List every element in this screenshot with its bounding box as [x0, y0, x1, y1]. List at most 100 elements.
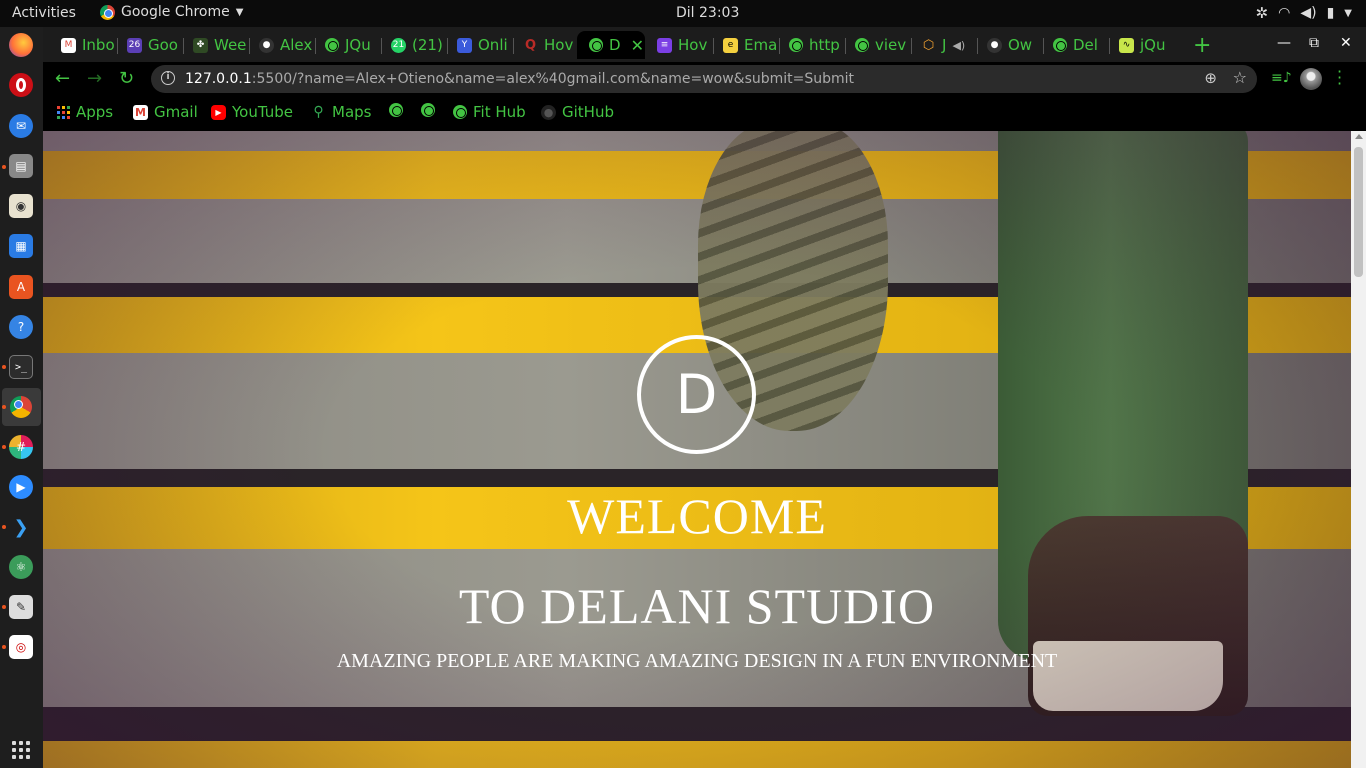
tab-view[interactable]: viev [843, 31, 909, 59]
firefox-icon[interactable] [9, 33, 33, 57]
tab-label: Wee [214, 36, 247, 54]
system-tray[interactable]: ✲ ◠ ◀) ▮ ▼ [1256, 4, 1352, 22]
close-tab-icon[interactable]: ✕ [631, 36, 644, 55]
tab-label: Onli [478, 36, 508, 54]
page-viewport: D WELCOME TO DELANI STUDIO AMAZING PEOPL… [43, 131, 1351, 768]
gmail-icon: M [61, 37, 76, 53]
files-icon[interactable]: ▤ [9, 154, 33, 178]
tab-quora[interactable]: Q Hov [511, 31, 577, 59]
tab-label: http [809, 36, 840, 54]
tab-jquery[interactable]: JQu [313, 31, 379, 59]
chrome-dock-icon[interactable] [9, 395, 33, 419]
activities-button[interactable]: Activities [12, 5, 76, 21]
address-bar[interactable]: i 127.0.0.1:5500/?name=Alex+Otieno&name=… [151, 65, 1257, 93]
tab-online[interactable]: Y Onli [445, 31, 511, 59]
tab-http[interactable]: http [777, 31, 843, 59]
tab-email[interactable]: e Ema [711, 31, 777, 59]
url-host: 127.0.0.1 [185, 71, 252, 87]
tab-active-d[interactable]: D ✕ [577, 31, 645, 59]
email-icon: e [723, 37, 738, 53]
hero-welcome-heading: WELCOME [567, 488, 827, 544]
chrome-icon [100, 4, 115, 20]
gmail-icon: M [133, 104, 148, 120]
tab-jquery-2[interactable]: ∿ jQu [1107, 31, 1173, 59]
logo-letter: D [675, 362, 718, 426]
chevron-down-icon: ▼ [1344, 7, 1352, 19]
show-applications-icon[interactable] [12, 741, 30, 759]
globe-icon [1053, 38, 1067, 52]
scrollbar-thumb[interactable] [1354, 147, 1363, 277]
bookmark-maps[interactable]: ⚲ Maps [311, 103, 371, 121]
youtube-icon: ▶ [211, 104, 226, 120]
bookmark-globe-2[interactable] [421, 103, 441, 117]
speaker-icon[interactable]: ◀) [952, 39, 965, 52]
tab-j-audio[interactable]: ⬡ J ◀) [909, 31, 975, 59]
url-text[interactable]: 127.0.0.1:5500/?name=Alex+Otieno&name=al… [185, 71, 854, 87]
thunderbird-icon[interactable]: ✉ [9, 114, 33, 138]
recorder-icon[interactable]: ◎ [9, 635, 33, 659]
bookmark-github[interactable]: ● GitHub [541, 103, 614, 121]
whatsapp-icon: 21 [391, 37, 406, 53]
quora-icon: Q [524, 37, 537, 53]
zoom-icon[interactable]: ▶ [9, 475, 33, 499]
app-menu[interactable]: Google Chrome ▼ [100, 4, 243, 20]
github-icon: ● [541, 104, 556, 120]
atom-icon[interactable]: ⚛ [9, 555, 33, 579]
vscode-icon[interactable]: ❯ [9, 515, 33, 539]
clock[interactable]: Dil 23:03 [676, 5, 739, 21]
slack-tray-icon[interactable]: ✲ [1256, 4, 1269, 22]
globe-icon [789, 38, 803, 52]
media-playlist-icon[interactable]: ≡♪ [1271, 70, 1292, 86]
globe-icon [389, 103, 403, 117]
tab-alex-github[interactable]: ● Alex [247, 31, 313, 59]
screenshot-icon[interactable]: ✎ [9, 595, 33, 619]
info-icon[interactable]: i [161, 71, 175, 85]
bookmark-apps[interactable]: Apps [57, 103, 113, 121]
bookmark-globe-1[interactable] [389, 103, 409, 117]
tab-delani[interactable]: Del [1041, 31, 1107, 59]
maps-icon: ⚲ [313, 104, 324, 120]
help-icon[interactable]: ? [9, 315, 33, 339]
maximize-button[interactable]: ⧉ [1309, 35, 1319, 51]
profile-avatar[interactable] [1300, 68, 1322, 90]
bookmark-star-icon[interactable]: ☆ [1233, 68, 1247, 87]
terminal-icon[interactable]: >_ [9, 355, 33, 379]
tab-whatsapp[interactable]: 21 (21) [379, 31, 445, 59]
tab-google-calendar[interactable]: 26 Goo [115, 31, 181, 59]
opera-icon[interactable] [9, 73, 33, 97]
close-window-button[interactable]: ✕ [1340, 35, 1352, 51]
page-scrollbar[interactable] [1351, 131, 1366, 768]
forward-button[interactable]: → [87, 68, 102, 89]
github-icon: ● [987, 37, 1002, 53]
software-center-icon[interactable]: A [9, 275, 33, 299]
tab-label: Alex [280, 36, 313, 54]
tab-inbox[interactable]: M Inbo [49, 31, 115, 59]
app-menu-label: Google Chrome [121, 4, 230, 20]
new-tab-button[interactable]: + [1193, 33, 1211, 58]
tab-owner-github[interactable]: ● Ow [975, 31, 1041, 59]
url-path: :5500/?name=Alex+Otieno&name=alex%40gmai… [251, 71, 855, 87]
tab-label: Hov [544, 36, 574, 54]
zoom-icon[interactable]: ⊕ [1204, 69, 1217, 87]
minimize-button[interactable]: — [1277, 35, 1291, 51]
bookmark-fit-hub[interactable]: Fit Hub [453, 103, 526, 121]
bookmark-gmail[interactable]: M Gmail [133, 103, 198, 121]
logo-ring: D [637, 335, 756, 454]
bookmark-youtube[interactable]: ▶ YouTube [211, 103, 293, 121]
tab-label: Inbo [82, 36, 115, 54]
back-button[interactable]: ← [55, 68, 70, 89]
scroll-up-arrow-icon[interactable] [1355, 134, 1363, 139]
browser-toolbar: ← → ↻ i 127.0.0.1:5500/?name=Alex+Otieno… [43, 62, 1366, 96]
writer-icon[interactable]: ▦ [9, 234, 33, 258]
tab-weed[interactable]: ✤ Wee [181, 31, 247, 59]
tree-icon: ✤ [193, 37, 208, 53]
cube-icon: ⬡ [922, 37, 935, 53]
system-top-bar: Activities Google Chrome ▼ Dil 23:03 ✲ ◠… [0, 0, 1366, 27]
rhythmbox-icon[interactable]: ◉ [9, 194, 33, 218]
menu-icon[interactable]: · · · [1337, 64, 1342, 92]
globe-icon [421, 103, 435, 117]
chevron-down-icon: ▼ [235, 6, 244, 18]
slack-icon[interactable]: # [9, 435, 33, 459]
tab-howto[interactable]: ≡ Hov [645, 31, 711, 59]
reload-button[interactable]: ↻ [119, 68, 134, 89]
